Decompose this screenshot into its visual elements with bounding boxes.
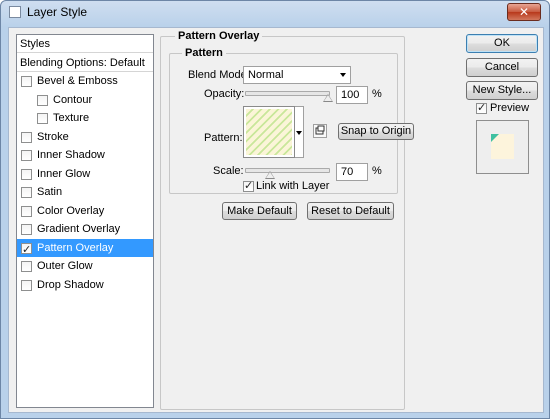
preview-label: Preview: [490, 102, 530, 114]
style-item-label: Texture: [53, 112, 90, 124]
scale-input[interactable]: 70: [336, 163, 368, 181]
checkmark-icon: ✓: [244, 180, 254, 192]
pattern-group: Pattern Blend Mode: Normal Opacity: 100 …: [169, 47, 414, 194]
checkmark-icon: ✓: [477, 102, 487, 114]
scale-unit: %: [372, 165, 382, 177]
style-item-satin[interactable]: Satin: [17, 183, 153, 201]
style-preview-thumbnail: [476, 120, 529, 174]
style-item-inner-shadow[interactable]: Inner Shadow: [17, 146, 153, 164]
blend-mode-value: Normal: [248, 69, 284, 81]
blend-mode-label: Blend Mode:: [188, 69, 250, 81]
new-style-button[interactable]: New Style...: [466, 81, 538, 100]
cancel-button[interactable]: Cancel: [466, 58, 538, 77]
opacity-label: Opacity:: [204, 88, 245, 100]
link-with-layer-checkbox[interactable]: ✓: [243, 180, 254, 192]
style-item-gradient-overlay[interactable]: Gradient Overlay: [17, 220, 153, 238]
style-item-pattern-overlay[interactable]: ✓ Pattern Overlay: [17, 238, 153, 257]
dialog-body: Styles Blending Options: Default Bevel &…: [8, 27, 544, 413]
style-item-label: Stroke: [37, 130, 69, 143]
pattern-label: Pattern:: [204, 132, 243, 144]
style-checkbox-inner-shadow[interactable]: [21, 150, 32, 161]
pattern-swatch[interactable]: [243, 106, 295, 158]
style-item-label: Drop Shadow: [37, 278, 104, 291]
style-checkbox-satin[interactable]: [21, 187, 32, 198]
style-item-label: Inner Shadow: [37, 149, 105, 161]
style-item-outer-glow[interactable]: Outer Glow: [17, 257, 153, 275]
scale-slider-thumb[interactable]: [264, 171, 275, 179]
style-checkbox-inner-glow[interactable]: [21, 168, 32, 180]
style-checkbox-texture[interactable]: [37, 113, 48, 124]
style-item-texture[interactable]: Texture: [17, 109, 153, 127]
style-item-stroke[interactable]: Stroke: [17, 128, 153, 146]
style-item-drop-shadow[interactable]: Drop Shadow: [17, 276, 153, 294]
make-default-button[interactable]: Make Default: [222, 202, 297, 220]
styles-header[interactable]: Styles: [17, 35, 153, 53]
opacity-input[interactable]: 100: [336, 86, 368, 104]
style-item-label: Color Overlay: [37, 204, 105, 217]
scale-slider[interactable]: [245, 168, 330, 173]
close-button[interactable]: ✕: [507, 3, 541, 21]
title-bar[interactable]: Layer Style ✕: [1, 1, 549, 25]
style-item-label: Contour: [53, 93, 93, 106]
style-item-label: Outer Glow: [37, 260, 93, 272]
style-item-label: Satin: [37, 186, 63, 198]
style-checkbox-outer-glow[interactable]: [21, 261, 32, 272]
style-checkbox-color-overlay[interactable]: [21, 205, 32, 217]
style-item-bevel-emboss[interactable]: Bevel & Emboss: [17, 72, 153, 90]
chevron-down-icon: [340, 73, 346, 77]
style-item-color-overlay[interactable]: Color Overlay: [17, 202, 153, 220]
pattern-group-title: Pattern: [182, 47, 226, 59]
reset-to-default-button[interactable]: Reset to Default: [307, 202, 394, 220]
pattern-picker-dropdown[interactable]: [295, 106, 304, 158]
opacity-unit: %: [372, 88, 382, 100]
window-title: Layer Style: [27, 5, 88, 19]
checkmark-icon: ✓: [22, 243, 32, 256]
section-title: Pattern Overlay: [175, 30, 263, 42]
style-checkbox-contour[interactable]: [37, 94, 48, 106]
style-item-label: Bevel & Emboss: [37, 75, 118, 87]
window-icon: [9, 6, 21, 18]
chevron-down-icon: [296, 131, 302, 135]
style-checkbox-pattern-overlay[interactable]: ✓: [21, 242, 32, 256]
styles-list: Styles Blending Options: Default Bevel &…: [16, 34, 154, 408]
link-with-layer-label: Link with Layer: [256, 180, 330, 192]
preview-swatch: [477, 121, 528, 173]
pattern-preview: [246, 109, 292, 155]
style-checkbox-stroke[interactable]: [21, 131, 32, 143]
opacity-slider[interactable]: [245, 91, 330, 96]
layer-style-dialog: Layer Style ✕ Styles Blending Options: D…: [0, 0, 550, 419]
style-item-contour[interactable]: Contour: [17, 91, 153, 109]
pattern-overlay-section: Pattern Overlay Pattern Blend Mode: Norm…: [160, 30, 414, 410]
opacity-slider-thumb[interactable]: [323, 94, 333, 102]
style-item-label: Inner Glow: [37, 167, 91, 180]
ok-button[interactable]: OK: [466, 34, 538, 53]
snap-to-origin-button[interactable]: Snap to Origin: [338, 123, 414, 140]
blend-mode-select[interactable]: Normal: [243, 66, 351, 84]
style-checkbox-bevel-emboss[interactable]: [21, 76, 32, 87]
style-checkbox-drop-shadow[interactable]: [21, 279, 32, 291]
new-preset-icon[interactable]: [313, 124, 327, 138]
style-item-inner-glow[interactable]: Inner Glow: [17, 165, 153, 183]
style-item-label: Gradient Overlay: [37, 223, 121, 235]
preview-checkbox[interactable]: ✓: [476, 102, 487, 114]
scale-label: Scale:: [213, 165, 244, 177]
style-item-label: Pattern Overlay: [37, 241, 114, 254]
style-checkbox-gradient-overlay[interactable]: [21, 224, 32, 235]
blending-options-item[interactable]: Blending Options: Default: [17, 54, 153, 72]
